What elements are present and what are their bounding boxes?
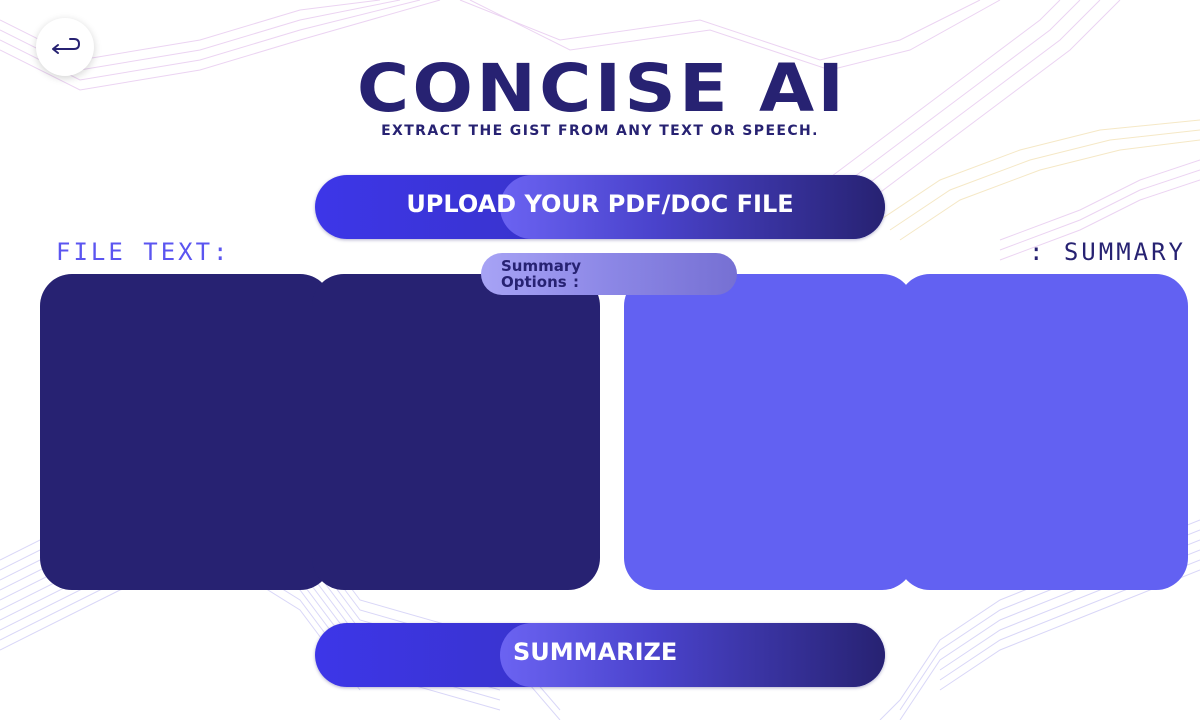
upload-file-button[interactable]: UPLOAD YOUR PDF/DOC FILE <box>315 175 885 239</box>
summary-options-colon: : <box>573 273 579 291</box>
back-button[interactable] <box>36 18 94 76</box>
app-subtitle: EXTRACT THE GIST FROM ANY TEXT OR SPEECH… <box>381 123 819 139</box>
file-text-area[interactable] <box>40 274 332 590</box>
summarize-button-label: SUMMARIZE <box>513 638 678 666</box>
file-text-label: FILE TEXT: <box>56 238 231 266</box>
summary-options-label: Summary Options <box>501 257 582 291</box>
file-text-area-right[interactable] <box>312 274 600 590</box>
return-arrow-icon <box>48 35 82 59</box>
summarize-button[interactable]: SUMMARIZE <box>315 623 885 687</box>
summary-label: : SUMMARY <box>1028 238 1186 266</box>
upload-button-label: UPLOAD YOUR PDF/DOC FILE <box>406 190 794 218</box>
summary-options-select[interactable]: Summary Options : <box>481 253 737 295</box>
app-title: CONCISE AI <box>356 50 848 127</box>
summary-output-area[interactable] <box>624 274 914 590</box>
summary-output-area-right[interactable] <box>898 274 1188 590</box>
